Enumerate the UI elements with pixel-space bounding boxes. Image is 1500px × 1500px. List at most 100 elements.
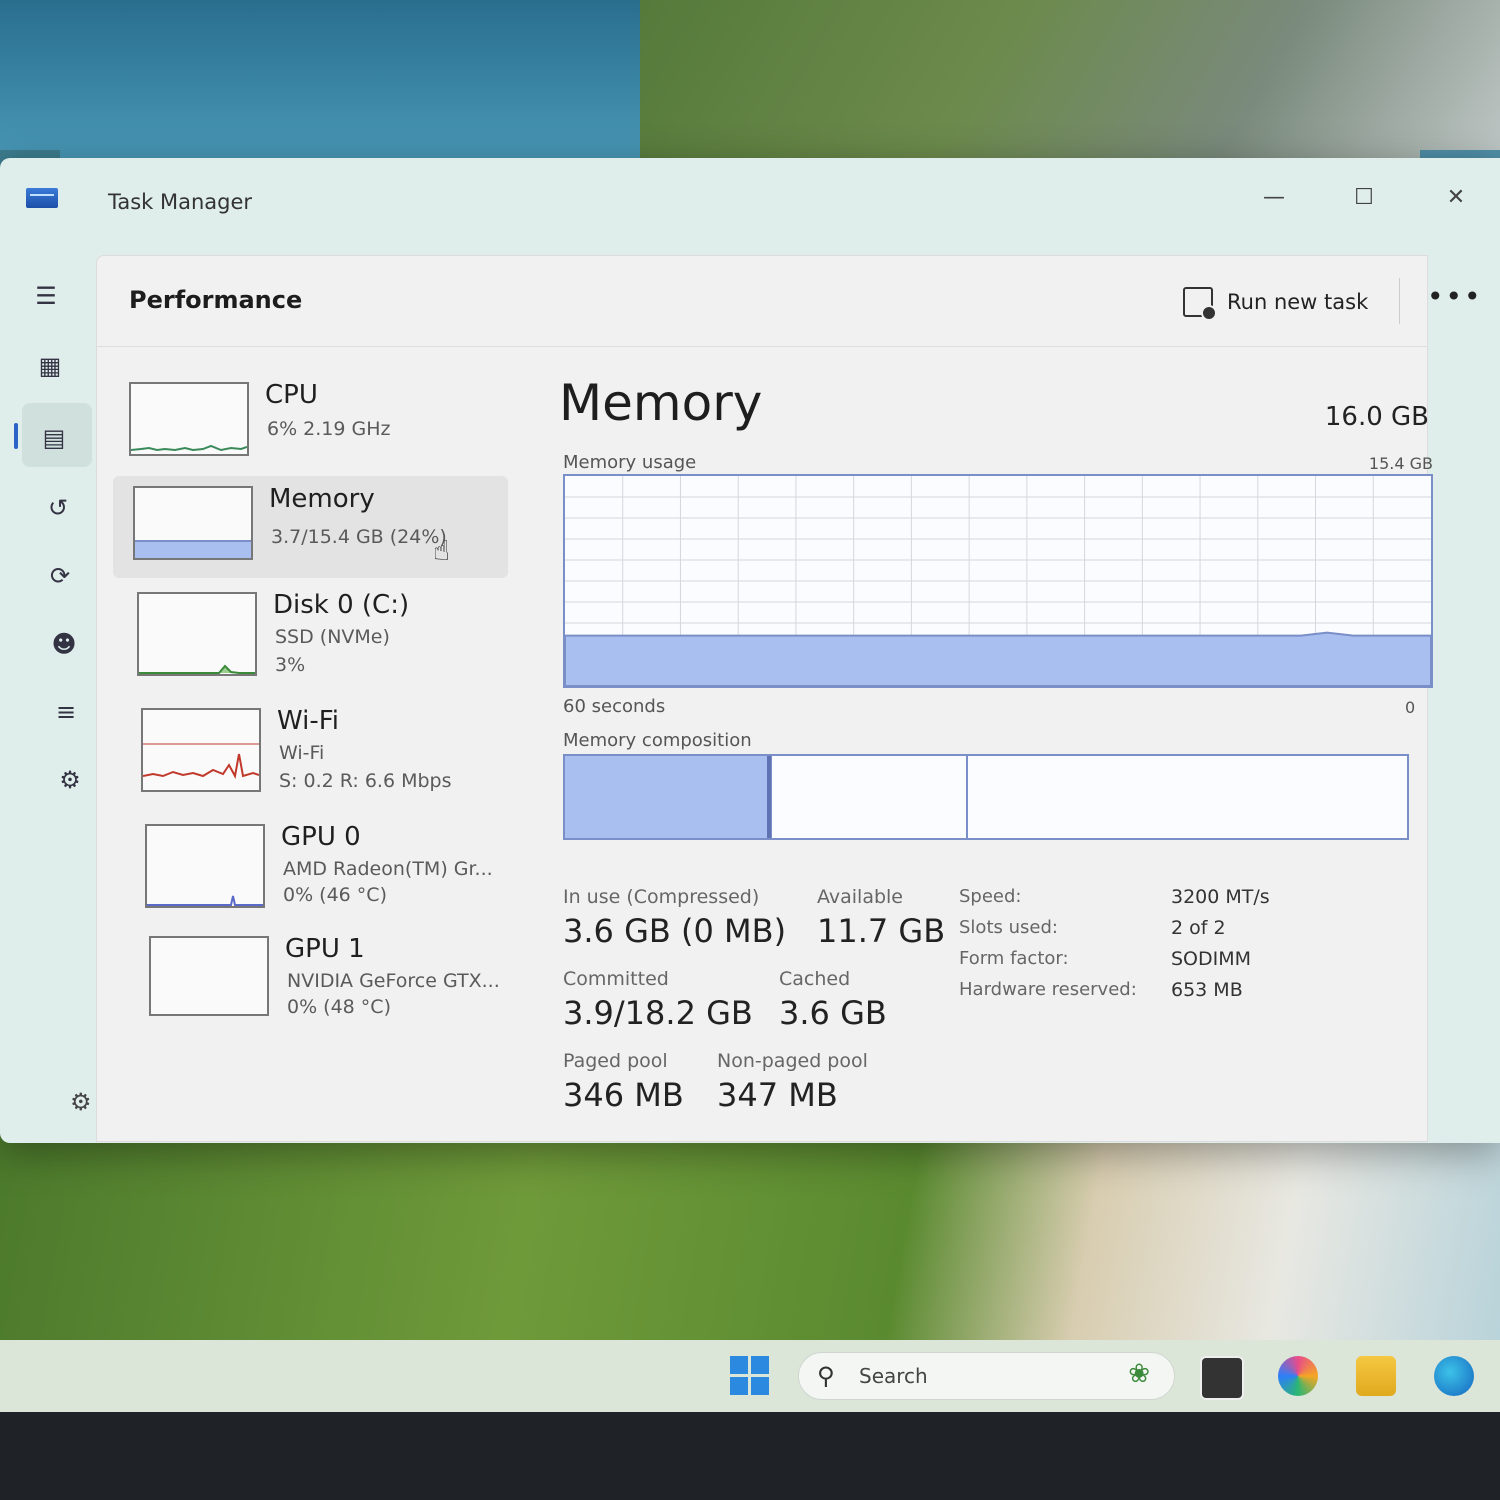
wifi-thumbnail-graph [141,708,261,792]
run-task-icon [1183,287,1217,321]
window-title: Task Manager [108,190,253,214]
device-detail: NVIDIA GeForce GTX... [287,970,500,992]
processes-icon[interactable]: ▦ [30,346,70,386]
memory-composition-bar [563,754,1409,840]
page-title: Performance [129,286,303,314]
graph-time-right: 0 [1405,698,1416,717]
performance-icon[interactable]: ▤ [34,418,74,458]
memory-detail-panel: Memory 16.0 GB Memory usage 15.4 GB 60 s… [559,364,1433,1124]
task-manager-app-icon [26,188,58,208]
device-wifi[interactable]: Wi-Fi Wi-Fi S: 0.2 R: 6.6 Mbps [113,698,508,800]
users-icon[interactable]: ☻ [44,624,84,664]
memory-thumbnail-graph [133,486,253,560]
paged-pool-label: Paged pool [563,1050,668,1072]
composition-standby [771,756,968,838]
device-detail: SSD (NVMe) [275,626,390,648]
task-view-icon[interactable] [1200,1356,1244,1400]
details-icon[interactable]: ≡ [46,692,86,732]
device-name: GPU 0 [281,822,361,852]
startup-apps-icon[interactable]: ⟳ [40,556,80,596]
speed-value: 3200 MT/s [1171,886,1270,908]
minimize-button[interactable]: — [1254,178,1294,218]
more-options-button[interactable]: ••• [1427,280,1483,313]
in-use-label: In use (Compressed) [563,886,760,908]
device-detail: 3.7/15.4 GB (24%) [271,526,447,548]
cpu-sparkline [131,444,247,452]
slots-used-label: Slots used: [959,917,1058,938]
maximize-button[interactable]: ☐ [1344,178,1384,218]
menu-icon[interactable]: ☰ [26,276,66,316]
device-name: Memory [269,484,375,514]
device-detail: 6% 2.19 GHz [267,418,391,440]
wallpaper-cliff [640,0,1500,170]
device-detail: Wi-Fi [279,742,325,764]
device-utilization: 0% (46 °C) [283,884,387,906]
gpu1-thumbnail-graph [149,936,269,1016]
gpu0-sparkline [147,895,263,906]
mouse-cursor-icon: ☝ [433,534,451,567]
settings-icon[interactable]: ⚙ [70,1088,92,1116]
memory-usage-svg [564,476,1432,687]
copilot-icon[interactable] [1278,1356,1318,1396]
close-button[interactable]: ✕ [1436,178,1476,218]
device-throughput: S: 0.2 R: 6.6 Mbps [279,770,452,792]
committed-label: Committed [563,968,669,990]
memory-thumbnail-fill [135,540,251,558]
laptop-bezel [0,1412,1500,1500]
content-pane: Performance Run new task ••• CPU 6% 2.19… [96,255,1481,1142]
slots-used-value: 2 of 2 [1171,917,1226,939]
app-history-icon[interactable]: ↺ [38,488,78,528]
search-highlight-icon: ❀ [1128,1359,1150,1389]
memory-usage-graph [563,474,1433,688]
in-use-value: 3.6 GB (0 MB) [563,912,787,950]
non-paged-pool-value: 347 MB [717,1076,838,1114]
taskbar: ⚲ Search ❀ [0,1340,1500,1412]
file-explorer-icon[interactable] [1356,1356,1396,1396]
search-icon: ⚲ [817,1362,835,1390]
wallpaper-bottom [0,1130,1500,1350]
device-gpu0[interactable]: GPU 0 AMD Radeon(TM) Gr... 0% (46 °C) [113,814,508,916]
paged-pool-value: 346 MB [563,1076,684,1114]
taskbar-search-box[interactable]: ⚲ Search ❀ [798,1352,1175,1400]
device-disk[interactable]: Disk 0 (C:) SSD (NVMe) 3% [113,582,508,684]
device-detail: AMD Radeon(TM) Gr... [283,858,493,880]
device-utilization: 0% (48 °C) [287,996,391,1018]
composition-in-use [565,756,768,838]
edge-browser-icon[interactable] [1434,1356,1474,1396]
device-utilization: 3% [275,654,306,676]
header-separator [1399,278,1400,324]
task-manager-window: Task Manager — ☐ ✕ ☰ ▦ ▤ ↺ ⟳ ☻ ≡ ⚙ ⚙ Per… [0,158,1500,1143]
device-name: GPU 1 [285,934,365,964]
memory-usage-area [564,631,1432,687]
run-new-task-button[interactable]: Run new task [1183,284,1368,321]
memory-total: 16.0 GB [1324,402,1429,432]
device-name: Wi-Fi [277,706,340,736]
speed-label: Speed: [959,886,1022,907]
form-factor-label: Form factor: [959,948,1069,969]
cached-value: 3.6 GB [779,994,887,1032]
available-label: Available [817,886,904,908]
non-paged-pool-label: Non-paged pool [717,1050,868,1072]
start-button[interactable] [730,1356,770,1396]
detail-title: Memory [559,374,763,432]
device-memory[interactable]: Memory 3.7/15.4 GB (24%) ☝ [113,476,508,578]
nav-active-indicator [14,423,18,449]
search-placeholder: Search [859,1364,928,1388]
cpu-thumbnail-graph [129,382,249,456]
device-name: Disk 0 (C:) [273,590,410,620]
services-icon[interactable]: ⚙ [50,760,90,800]
cached-label: Cached [779,968,851,990]
title-bar[interactable]: Task Manager — ☐ ✕ [0,158,1500,248]
device-cpu[interactable]: CPU 6% 2.19 GHz [113,372,508,474]
available-value: 11.7 GB [817,912,946,950]
device-list: CPU 6% 2.19 GHz Memory 3.7/15.4 GB (24%)… [113,364,508,1124]
hardware-reserved-label: Hardware reserved: [959,979,1137,1000]
device-gpu1[interactable]: GPU 1 NVIDIA GeForce GTX... 0% (48 °C) [113,926,508,1028]
graph-time-left: 60 seconds [563,696,666,717]
disk-sparkline [139,664,255,674]
gpu0-thumbnail-graph [145,824,265,908]
memory-composition-label: Memory composition [563,730,752,751]
hardware-reserved-value: 653 MB [1171,979,1243,1001]
header-bar: Performance Run new task ••• [97,256,1481,347]
memory-usage-max: 15.4 GB [1368,454,1433,473]
